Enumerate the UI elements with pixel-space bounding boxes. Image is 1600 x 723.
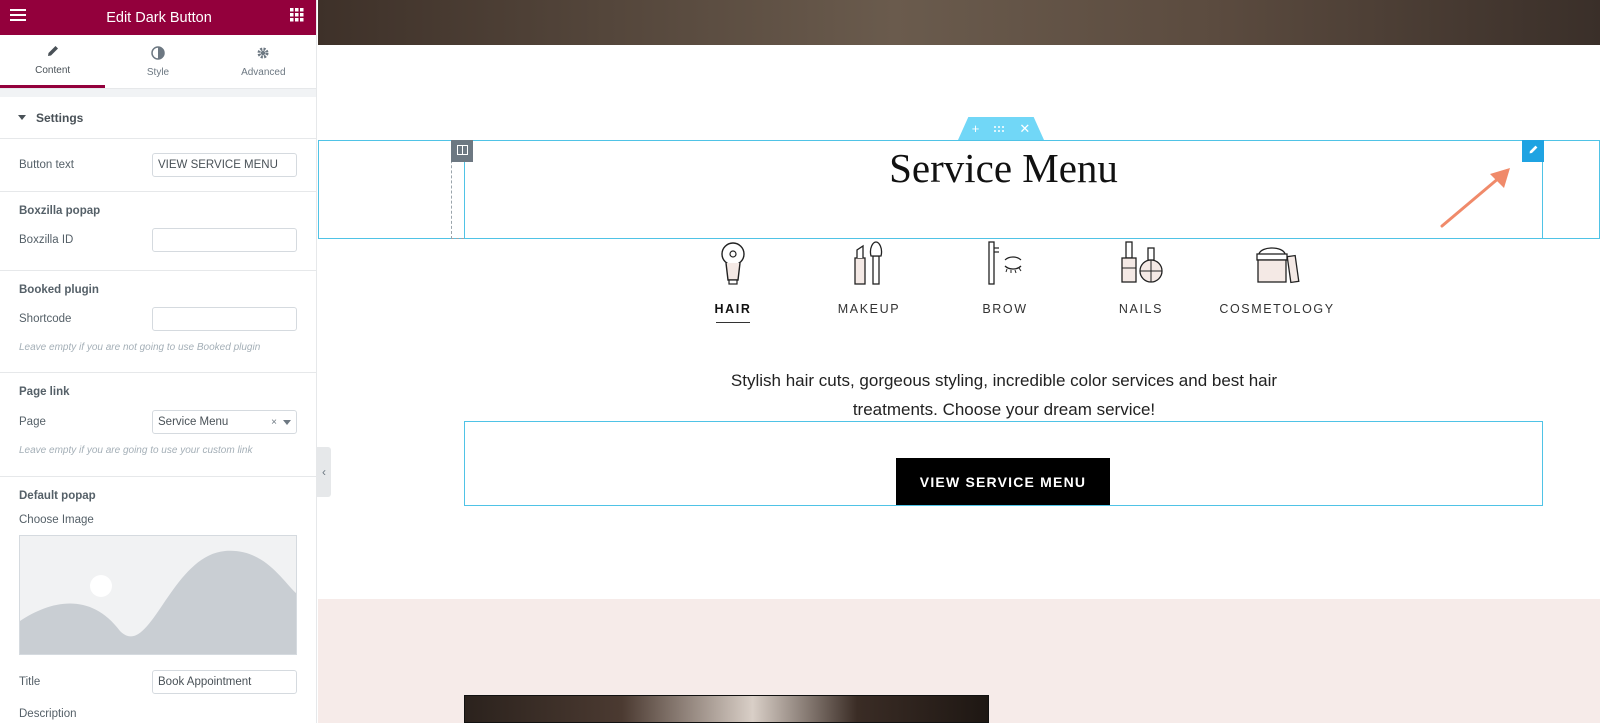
shortcode-control: Shortcode xyxy=(0,304,316,334)
panel-divider xyxy=(0,89,316,97)
hamburger-menu-icon[interactable] xyxy=(10,8,28,27)
settings-section-label: Settings xyxy=(36,110,84,125)
category-label: HAIR xyxy=(714,302,752,316)
gear-icon xyxy=(256,46,270,63)
page-control: Page Service Menu × xyxy=(0,407,316,437)
shortcode-input[interactable] xyxy=(152,307,297,331)
category-cosmetology[interactable]: COSMETOLOGY xyxy=(1207,240,1347,316)
brow-icon xyxy=(988,241,1022,285)
boxzilla-group: Boxzilla popap Boxzilla ID xyxy=(0,192,316,270)
boxzilla-id-label: Boxzilla ID xyxy=(19,234,74,246)
drag-section-icon[interactable] xyxy=(993,121,1005,136)
booked-note: Leave empty if you are not going to use … xyxy=(19,342,261,353)
default-popap-title: Default popap xyxy=(19,490,96,502)
elementor-panel: Edit Dark Button Content Style Advanced … xyxy=(0,0,317,723)
caret-down-icon xyxy=(18,115,26,120)
page-link-group: Page link Page Service Menu × Leave empt… xyxy=(0,373,316,476)
boxzilla-title: Boxzilla popap xyxy=(19,205,101,217)
cream-jar-icon xyxy=(1256,247,1300,284)
category-label: MAKEUP xyxy=(837,302,901,316)
section-handle: + ✕ xyxy=(958,117,1044,140)
category-hair[interactable]: HAIR xyxy=(663,240,803,323)
view-service-menu-button[interactable]: VIEW SERVICE MENU xyxy=(896,458,1110,505)
category-label: NAILS xyxy=(1118,302,1164,316)
category-makeup[interactable]: MAKEUP xyxy=(799,240,939,316)
pencil-icon xyxy=(1528,142,1539,160)
makeup-brush-icon xyxy=(854,241,883,285)
category-brow[interactable]: BROW xyxy=(935,240,1075,316)
description-label: Description xyxy=(19,708,77,720)
page-heading[interactable]: Service Menu xyxy=(464,140,1543,196)
page-select[interactable]: Service Menu × xyxy=(152,410,297,434)
tab-style[interactable]: Style xyxy=(105,35,210,88)
button-text-label: Button text xyxy=(19,159,74,171)
tab-style-label: Style xyxy=(146,66,170,78)
clear-selection-icon[interactable]: × xyxy=(271,417,277,428)
preview-canvas: + ✕ Service Menu HAIR MAKEUP BROW NAILS … xyxy=(318,0,1600,723)
booked-group: Booked plugin Shortcode Leave empty if y… xyxy=(0,271,316,372)
booked-title: Booked plugin xyxy=(19,284,99,296)
tab-advanced-label: Advanced xyxy=(241,66,286,78)
hair-dryer-icon xyxy=(721,242,745,285)
category-label: COSMETOLOGY xyxy=(1219,302,1335,316)
pencil-icon xyxy=(46,44,60,61)
service-description: Stylish hair cuts, gorgeous styling, inc… xyxy=(730,371,1278,419)
page-label: Page xyxy=(19,416,46,428)
panel-controls: Settings Button text VIEW SERVICE MENU B… xyxy=(0,97,316,721)
panel-header: Edit Dark Button xyxy=(0,0,316,35)
button-text-input[interactable]: VIEW SERVICE MENU xyxy=(152,153,297,177)
image-placeholder[interactable] xyxy=(19,535,297,655)
delete-section-icon[interactable]: ✕ xyxy=(1019,121,1030,137)
select-controls: × xyxy=(271,417,291,428)
widgets-grid-icon[interactable] xyxy=(289,8,304,27)
tab-content-label: Content xyxy=(35,65,71,76)
page-select-value: Service Menu xyxy=(158,416,229,428)
description-row: Description xyxy=(0,707,316,721)
page-link-title: Page link xyxy=(19,386,70,398)
popap-title-input[interactable]: Book Appointment xyxy=(152,670,297,694)
edit-widget-button[interactable] xyxy=(1522,140,1544,162)
popap-title-label: Title xyxy=(19,676,41,688)
settings-section-toggle[interactable]: Settings xyxy=(0,97,316,139)
choose-image-row: Choose Image xyxy=(0,513,316,527)
default-popap-group: Default popap Choose Image Title Book Ap… xyxy=(0,477,316,721)
panel-tabs: Content Style Advanced xyxy=(0,35,316,89)
active-underline xyxy=(716,322,750,323)
hero-image xyxy=(318,0,1600,45)
popap-title-control: Title Book Appointment xyxy=(0,669,316,695)
tab-advanced[interactable]: Advanced xyxy=(211,35,316,88)
tab-content[interactable]: Content xyxy=(0,35,106,88)
button-text-control: Button text VIEW SERVICE MENU xyxy=(0,139,316,191)
panel-title: Edit Dark Button xyxy=(106,9,212,26)
boxzilla-id-control: Boxzilla ID xyxy=(0,225,316,255)
half-circle-icon xyxy=(151,45,165,63)
choose-image-label: Choose Image xyxy=(19,514,94,526)
nail-polish-icon xyxy=(1121,241,1163,283)
salon-photo xyxy=(464,695,989,723)
category-nails[interactable]: NAILS xyxy=(1071,240,1211,316)
annotation-arrow-icon xyxy=(1440,168,1510,228)
category-label: BROW xyxy=(982,302,1028,316)
boxzilla-id-input[interactable] xyxy=(152,228,297,252)
add-section-icon[interactable]: + xyxy=(972,121,980,136)
shortcode-label: Shortcode xyxy=(19,313,72,325)
dropdown-arrow-icon[interactable] xyxy=(283,419,291,425)
page-link-note: Leave empty if you are going to use your… xyxy=(19,445,253,456)
